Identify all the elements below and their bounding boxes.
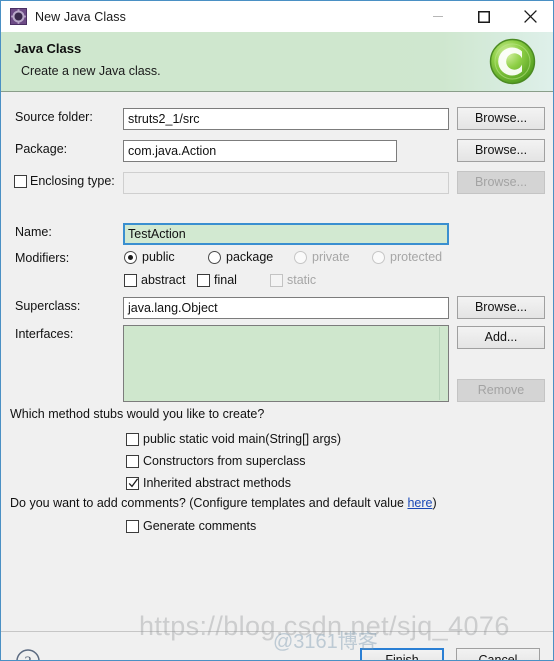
stub-label-main: public static void main(String[] args) (143, 432, 341, 446)
enclosing-type-browse-button: Browse... (457, 171, 545, 194)
enclosing-type-label: Enclosing type: (30, 174, 115, 188)
finish-button[interactable]: Finish (360, 648, 444, 660)
superclass-label: Superclass: (15, 299, 81, 313)
stub-label-inherited: Inherited abstract methods (143, 476, 291, 490)
interfaces-listbox[interactable] (123, 325, 449, 402)
green-c-badge-icon (488, 37, 537, 86)
modifier-label-final: final (214, 273, 237, 287)
modifier-checkbox-abstract[interactable] (124, 274, 137, 287)
method-stubs-question: Which method stubs would you like to cre… (10, 407, 265, 421)
name-row: Name: TestAction (1, 223, 553, 245)
footer-divider (1, 631, 553, 632)
maximize-button[interactable] (461, 1, 507, 32)
watermark-url: https://blog.csdn.net/sjq_4076 (139, 611, 510, 641)
comments-question: Do you want to add comments? (Configure … (10, 496, 437, 510)
name-label: Name: (15, 225, 52, 239)
modifier-radio-package[interactable] (208, 251, 221, 264)
dialog-body: Source folder: struts2_1/src Browse... P… (1, 92, 553, 661)
generate-comments-label: Generate comments (143, 519, 257, 533)
modifier-label-private: private (312, 250, 350, 264)
modifier-checkbox-static (270, 274, 283, 287)
package-input[interactable]: com.java.Action (123, 140, 397, 162)
enclosing-type-input (123, 172, 449, 194)
modifiers-row: Modifiers: public package private protec… (1, 249, 553, 295)
configure-templates-link[interactable]: here (407, 496, 432, 510)
interfaces-row: Interfaces: Add... Remove (1, 325, 553, 407)
header-title: Java Class (14, 41, 82, 56)
stub-checkbox-inherited[interactable] (126, 477, 139, 490)
modifier-label-static: static (287, 273, 317, 287)
source-folder-browse-button[interactable]: Browse... (457, 107, 545, 130)
svg-text:?: ? (25, 654, 32, 661)
minimize-button[interactable] (415, 1, 461, 32)
enclosing-type-checkbox[interactable] (14, 175, 27, 188)
window-controls (415, 1, 553, 32)
generate-comments-row: Generate comments (1, 517, 553, 539)
stub-label-constructors: Constructors from superclass (143, 454, 306, 468)
interfaces-label: Interfaces: (15, 327, 74, 341)
interfaces-remove-button: Remove (457, 379, 545, 402)
package-label: Package: (15, 142, 68, 156)
new-java-class-dialog: New Java Class Java Class Create a new J… (0, 0, 554, 661)
cancel-button[interactable]: Cancel (456, 648, 540, 660)
stub-inherited-row: Inherited abstract methods (1, 474, 553, 496)
eclipse-java-icon (10, 8, 27, 25)
class-name-input[interactable]: TestAction (123, 223, 449, 245)
interfaces-add-button[interactable]: Add... (457, 326, 545, 349)
title-bar: New Java Class (1, 1, 553, 32)
close-button[interactable] (507, 1, 553, 32)
stub-checkbox-constructors[interactable] (126, 455, 139, 468)
source-folder-input[interactable]: struts2_1/src (123, 108, 449, 130)
stub-constructors-row: Constructors from superclass (1, 452, 553, 474)
superclass-input[interactable]: java.lang.Object (123, 297, 449, 319)
modifier-radio-private (294, 251, 307, 264)
modifier-label-public: public (142, 250, 175, 264)
window-title: New Java Class (35, 9, 127, 24)
source-folder-row: Source folder: struts2_1/src Browse... (1, 107, 553, 130)
modifiers-label: Modifiers: (15, 251, 70, 265)
comments-question-prefix: Do you want to add comments? (Configure … (10, 496, 408, 510)
help-icon[interactable]: ? (15, 648, 41, 661)
dialog-header: Java Class Create a new Java class. (1, 32, 553, 92)
modifier-label-package: package (226, 250, 274, 264)
modifier-radio-public[interactable] (124, 251, 137, 264)
modifier-checkbox-final[interactable] (197, 274, 210, 287)
modifier-label-protected: protected (390, 250, 443, 264)
interfaces-scroll-indicator (439, 327, 440, 400)
header-subtitle: Create a new Java class. (21, 64, 161, 78)
package-browse-button[interactable]: Browse... (457, 139, 545, 162)
source-folder-label: Source folder: (15, 110, 93, 124)
superclass-browse-button[interactable]: Browse... (457, 296, 545, 319)
superclass-row: Superclass: java.lang.Object Browse... (1, 296, 553, 319)
package-row: Package: com.java.Action Browse... (1, 139, 553, 162)
generate-comments-checkbox[interactable] (126, 520, 139, 533)
comments-question-suffix: ) (432, 496, 437, 510)
modifier-radio-protected (372, 251, 385, 264)
stub-main-row: public static void main(String[] args) (1, 430, 553, 452)
enclosing-type-row: Enclosing type: Browse... (1, 171, 553, 194)
modifier-label-abstract: abstract (141, 273, 186, 287)
stub-checkbox-main[interactable] (126, 433, 139, 446)
